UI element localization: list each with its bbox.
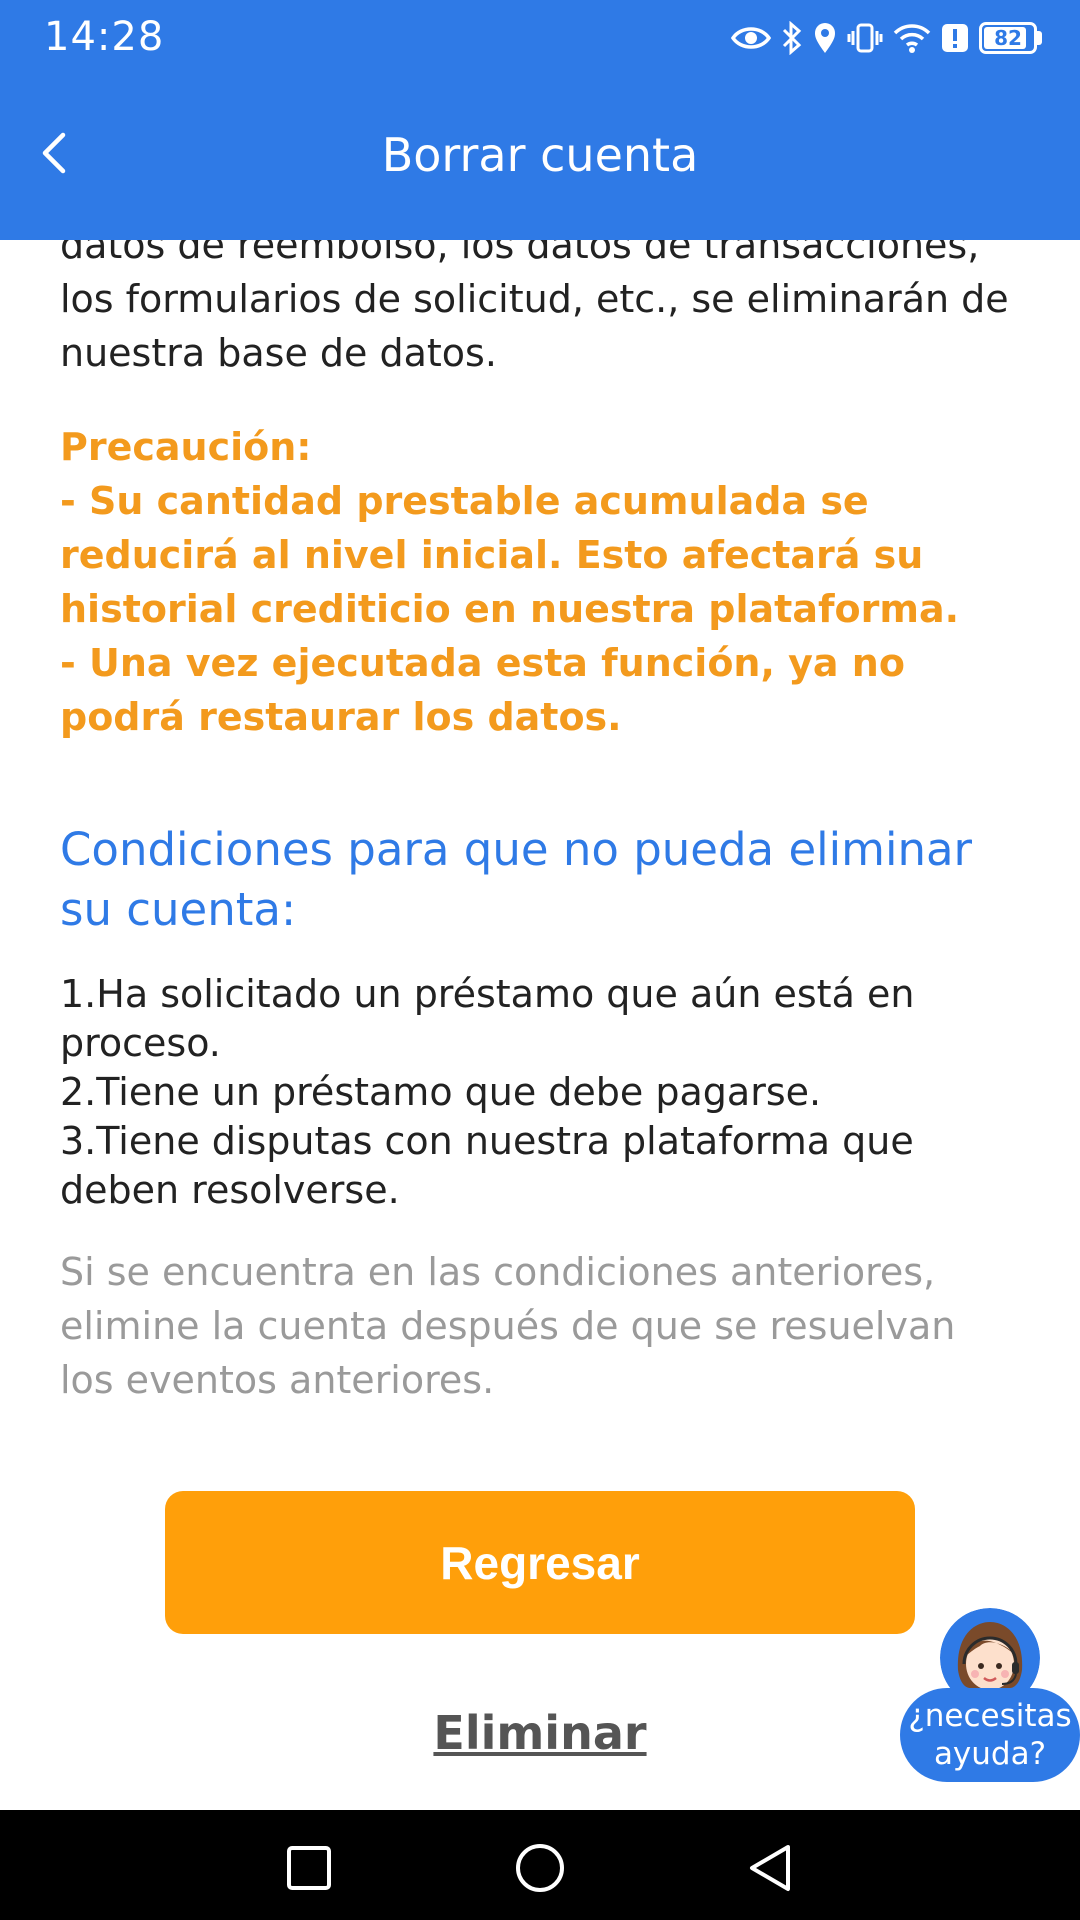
alert-icon <box>941 22 969 54</box>
caution-item: - Su cantidad prestable acumulada se red… <box>60 479 960 631</box>
regresar-button[interactable]: Regresar <box>165 1491 915 1634</box>
content-inner: datos de reembolso, los datos de transac… <box>60 240 1020 1445</box>
note-text: Si se encuentra en las condiciones anter… <box>60 1250 956 1402</box>
intro-text: datos de reembolso, los datos de transac… <box>60 240 1009 375</box>
recent-apps-button[interactable] <box>281 1842 337 1898</box>
caution-item: - Una vez ejecutada esta función, ya no … <box>60 641 905 739</box>
home-button[interactable] <box>512 1842 568 1898</box>
condition-item: 3.Tiene disputas con nuestra plataforma … <box>60 1119 914 1212</box>
status-bar: 14:28 82 <box>0 0 1080 76</box>
help-button[interactable]: ¿necesitas ayuda? <box>898 1608 1080 1782</box>
screen: 14:28 82 Borrar cuenta datos de reembols… <box>0 0 1080 1920</box>
status-time: 14:28 <box>44 14 165 60</box>
caution-title: Precaución: <box>60 425 312 469</box>
circle-icon <box>514 1842 566 1898</box>
condition-item: 1.Ha solicitado un préstamo que aún está… <box>60 972 915 1065</box>
conditions-heading: Condiciones para que no pueda eliminar s… <box>60 823 973 936</box>
caution-block: Precaución: - Su cantidad prestable acum… <box>60 420 1020 744</box>
battery-level: 82 <box>994 26 1022 50</box>
eye-icon <box>731 24 771 52</box>
battery-icon: 82 <box>979 22 1042 54</box>
app-header: Borrar cuenta <box>0 76 1080 240</box>
wifi-icon <box>893 22 931 54</box>
navigation-bar <box>0 1810 1080 1920</box>
page-title: Borrar cuenta <box>381 128 699 182</box>
condition-item: 2.Tiene un préstamo que debe pagarse. <box>60 1070 822 1114</box>
back-nav-button[interactable] <box>742 1842 798 1898</box>
conditions-list: 1.Ha solicitado un préstamo que aún está… <box>60 970 1020 1215</box>
status-icons: 82 <box>731 18 1042 58</box>
vibrate-icon <box>847 22 883 54</box>
triangle-back-icon <box>746 1843 794 1897</box>
square-icon <box>285 1844 333 1896</box>
help-bubble: ¿necesitas ayuda? <box>900 1688 1080 1782</box>
bluetooth-icon <box>781 21 803 55</box>
location-icon <box>813 22 837 54</box>
help-text-line2: ayuda? <box>933 1736 1047 1772</box>
help-text-line1: ¿necesitas <box>908 1698 1072 1734</box>
